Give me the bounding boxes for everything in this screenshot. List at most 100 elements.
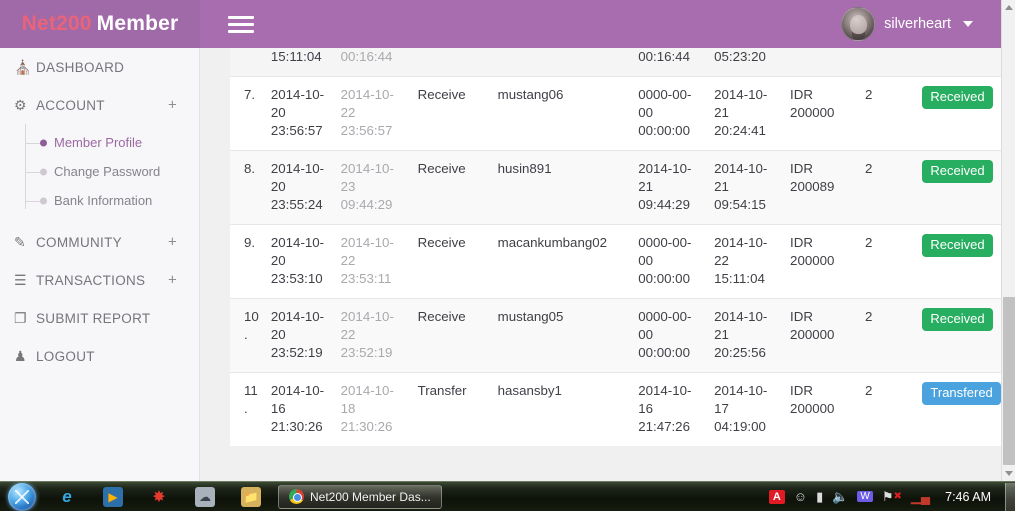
main-content: 15:11:04 00:16:44 00:16:44 05:23:20 7. 2… bbox=[200, 48, 1001, 481]
cell-type: Receive bbox=[411, 76, 492, 151]
sidebar-item-transactions[interactable]: ☰ TRANSACTIONS + bbox=[0, 261, 199, 299]
file-explorer-icon[interactable]: 📁 bbox=[228, 482, 274, 511]
network-error-icon[interactable]: ⚑ ✖ bbox=[882, 489, 902, 505]
app-tray-icon[interactable]: W bbox=[857, 491, 873, 502]
table-row[interactable]: 9. 2014-10-20 23:53:10 2014-10-22 23:53:… bbox=[230, 224, 1001, 299]
internet-explorer-icon[interactable]: e bbox=[44, 482, 90, 511]
table-row[interactable]: 10. 2014-10-20 23:52:19 2014-10-22 23:52… bbox=[230, 298, 1001, 373]
sidebar-subitem-bank-information[interactable]: Bank Information bbox=[24, 186, 199, 215]
sidebar-subitem-label: Bank Information bbox=[54, 193, 153, 208]
cell-status: Received bbox=[916, 76, 1001, 151]
sidebar-subitem-change-password[interactable]: Change Password bbox=[24, 157, 199, 186]
chevron-down-icon[interactable] bbox=[963, 21, 973, 27]
hamburger-icon[interactable] bbox=[228, 12, 256, 36]
cell-date1: 2014-10-20 23:52:19 bbox=[264, 298, 335, 373]
taskbar-clock[interactable]: 7:46 AM bbox=[939, 490, 1001, 504]
sidebar-item-label: DASHBOARD bbox=[36, 59, 125, 75]
cell-date4: 2014-10-21 09:54:15 bbox=[708, 150, 785, 225]
battery-icon[interactable]: ▮ bbox=[816, 489, 823, 505]
sidebar-subitem-member-profile[interactable]: Member Profile bbox=[24, 128, 199, 157]
app-gray-icon[interactable]: ☁ bbox=[182, 482, 228, 511]
sidebar-item-dashboard[interactable]: ⛪ DASHBOARD bbox=[0, 48, 199, 86]
sidebar-item-label: COMMUNITY bbox=[36, 234, 122, 250]
cell-num: 8. bbox=[230, 150, 265, 225]
cell-amount: IDR 200000 bbox=[784, 224, 859, 299]
cell-num: 7. bbox=[230, 76, 265, 151]
expand-plus-icon[interactable]: + bbox=[168, 235, 177, 250]
cell-date4: 2014-10-21 20:25:56 bbox=[708, 298, 785, 373]
page-scrollbar[interactable] bbox=[1001, 0, 1015, 481]
sidebar-item-account[interactable]: ⚙ ACCOUNT + bbox=[0, 86, 199, 124]
sidebar-subitem-label: Change Password bbox=[54, 164, 161, 179]
cell-date1: 2014-10-16 21:30:26 bbox=[264, 372, 335, 446]
sidebar-item-community[interactable]: ✎ COMMUNITY + bbox=[0, 223, 199, 261]
cell-num bbox=[230, 48, 265, 77]
bullet-icon bbox=[40, 168, 47, 175]
cell-qty bbox=[858, 48, 917, 77]
cell-date3: 0000-00-00 00:00:00 bbox=[632, 224, 709, 299]
windows-logo-icon bbox=[8, 482, 36, 511]
status-badge: Transfered bbox=[922, 382, 1001, 405]
cell-num: 9. bbox=[230, 224, 265, 299]
scroll-down-arrow[interactable] bbox=[1002, 466, 1015, 481]
start-button[interactable] bbox=[0, 482, 44, 511]
cell-type: Transfer bbox=[411, 372, 492, 446]
cell-date4: 2014-10-21 20:24:41 bbox=[708, 76, 785, 151]
chrome-icon bbox=[289, 489, 304, 504]
windows-taskbar: e ▶ ✸ ☁ 📁 Net200 Member Das... A ☺ ▮ 🔈 W… bbox=[0, 481, 1015, 511]
table-row[interactable]: 8. 2014-10-20 23:55:24 2014-10-23 09:44:… bbox=[230, 150, 1001, 225]
brand-primary: Net200 bbox=[21, 12, 92, 35]
app-brand[interactable]: Net200 Member bbox=[0, 0, 200, 48]
system-tray: A ☺ ▮ 🔈 W ⚑ ✖ ▁▄ 7:46 AM bbox=[768, 482, 1005, 511]
app-red-icon[interactable]: ✸ bbox=[136, 482, 182, 511]
cell-date3: 0000-00-00 00:00:00 bbox=[632, 298, 709, 373]
cell-date3: 2014-10-16 21:47:26 bbox=[632, 372, 709, 446]
cell-date4: 05:23:20 bbox=[708, 48, 785, 77]
scrollbar-thumb[interactable] bbox=[1003, 297, 1015, 465]
cell-status bbox=[916, 48, 1001, 77]
sidebar-item-submit-report[interactable]: ❐ SUBMIT REPORT bbox=[0, 299, 199, 337]
expand-plus-icon[interactable]: + bbox=[168, 273, 177, 288]
media-player-icon[interactable]: ▶ bbox=[90, 482, 136, 511]
document-copy-icon: ❐ bbox=[14, 309, 27, 326]
cell-qty: 2 bbox=[858, 224, 917, 299]
sidebar: ⛪ DASHBOARD ⚙ ACCOUNT + Member Profile C… bbox=[0, 48, 200, 481]
cell-date2: 2014-10-18 21:30:26 bbox=[334, 372, 412, 446]
avira-icon[interactable]: A bbox=[768, 489, 785, 504]
cell-date2: 2014-10-23 09:44:29 bbox=[334, 150, 412, 225]
cell-amount: IDR 200000 bbox=[784, 76, 859, 151]
expand-plus-icon[interactable]: + bbox=[168, 98, 177, 113]
table-row[interactable]: 11. 2014-10-16 21:30:26 2014-10-18 21:30… bbox=[230, 372, 1001, 446]
cell-date3: 2014-10-21 09:44:29 bbox=[632, 150, 709, 225]
account-submenu: Member Profile Change Password Bank Info… bbox=[0, 124, 199, 223]
status-badge: Received bbox=[922, 86, 993, 109]
show-desktop-button[interactable] bbox=[1005, 482, 1015, 511]
cell-date2: 2014-10-22 23:56:57 bbox=[334, 76, 412, 151]
cell-date2: 2014-10-22 23:53:11 bbox=[334, 224, 412, 299]
sidebar-item-label: ACCOUNT bbox=[36, 97, 105, 113]
cell-amount: IDR 200089 bbox=[784, 150, 859, 225]
bullet-icon bbox=[40, 197, 47, 204]
user-menu[interactable]: silverheart bbox=[841, 0, 973, 48]
status-badge: Received bbox=[922, 160, 993, 183]
volume-icon[interactable]: 🔈 bbox=[832, 489, 848, 505]
arrow-down-icon bbox=[1004, 471, 1013, 476]
table-row[interactable]: 7. 2014-10-20 23:56:57 2014-10-22 23:56:… bbox=[230, 76, 1001, 151]
transactions-panel: 15:11:04 00:16:44 00:16:44 05:23:20 7. 2… bbox=[230, 48, 1001, 446]
cell-type: Receive bbox=[411, 150, 492, 225]
sidebar-item-logout[interactable]: ♟ LOGOUT bbox=[0, 337, 199, 375]
bullet-icon bbox=[40, 139, 47, 146]
cell-user: mustang05 bbox=[491, 298, 633, 373]
cell-user: macankumbang02 bbox=[491, 224, 633, 299]
smiley-icon[interactable]: ☺ bbox=[794, 489, 807, 504]
sidebar-item-label: TRANSACTIONS bbox=[36, 272, 146, 288]
avatar bbox=[841, 7, 876, 41]
signal-icon[interactable]: ▁▄ bbox=[911, 489, 930, 505]
scroll-up-arrow[interactable] bbox=[1002, 0, 1015, 15]
cell-status: Received bbox=[916, 224, 1001, 299]
cell-date3: 0000-00-00 00:00:00 bbox=[632, 76, 709, 151]
cell-amount: IDR 200000 bbox=[784, 372, 859, 446]
edit-square-icon: ✎ bbox=[14, 233, 27, 250]
taskbar-window-button[interactable]: Net200 Member Das... bbox=[278, 484, 442, 509]
cell-date3: 00:16:44 bbox=[632, 48, 709, 77]
